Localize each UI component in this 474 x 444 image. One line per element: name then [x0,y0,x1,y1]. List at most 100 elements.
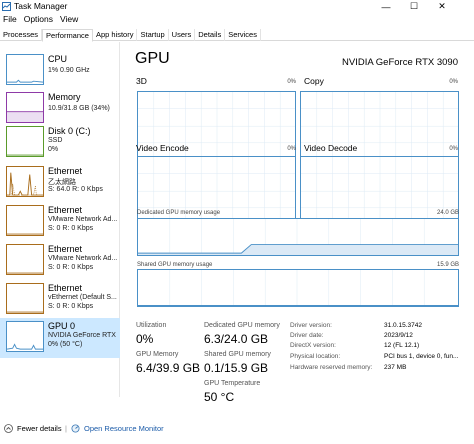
footer-bar: Fewer details | Open Resource Monitor [0,421,474,437]
engine-label-video-encode[interactable]: Video Encode [136,143,189,153]
maximize-button[interactable]: ☐ [400,0,428,13]
dedicated-memory-max: 24.0 GB [436,210,459,216]
shared-gpu-memory-label: Shared GPU memory [204,351,271,358]
ethernet-thumbnail-graph [6,283,44,314]
chevron-up-icon [4,424,13,433]
physical-location-label: Physical location: [290,353,341,360]
dedicated-gpu-memory-label: Dedicated GPU memory [204,322,280,329]
sidebar-item-title: Ethernet [48,244,83,254]
physical-location-value: PCI bus 1, device 0, fun... [384,353,459,360]
engine-pct-3d: 0% [287,79,296,85]
minimize-button[interactable]: — [372,0,400,13]
sidebar-item-detail: S: 0 R: 0 Kbps [48,303,94,310]
close-button[interactable]: ✕ [428,0,456,13]
engine-pct-video-encode: 0% [287,146,296,152]
engine-pct-copy: 0% [449,79,458,85]
resource-monitor-icon [71,424,80,433]
sidebar-item-title: Disk 0 (C:) [48,126,91,136]
fewer-details-label: Fewer details [17,424,62,433]
tab-performance[interactable]: Performance [42,29,93,42]
footer-separator: | [65,424,67,433]
dedicated-memory-label: Dedicated GPU memory usage [137,210,221,216]
sidebar-item-ethernet-4[interactable]: Ethernet vEthernet (Default S... S: 0 R:… [0,280,120,320]
tab-bar: Processes Performance App history Startu… [0,29,474,42]
gpu-detail-panel: GPU NVIDIA GeForce RTX 3090 3D 0% Copy 0… [122,42,474,404]
sidebar-item-detail: vEthernet (Default S... [48,294,117,301]
page-title: GPU [135,50,170,67]
shared-gpu-memory-value: 0.1/15.9 GB [204,361,269,375]
window-title: Task Manager [14,1,68,11]
hardware-reserved-memory-label: Hardware reserved memory: [290,364,373,371]
disk-thumbnail-graph [6,126,44,157]
title-bar: Task Manager — ☐ ✕ [0,0,474,13]
ethernet-thumbnail-graph [6,244,44,275]
ethernet-thumbnail-graph [6,166,44,197]
tab-services[interactable]: Services [225,29,261,41]
open-resource-monitor-link[interactable]: Open Resource Monitor [71,424,164,433]
sidebar-item-detail: SSD [48,137,63,144]
utilization-label: Utilization [136,322,167,329]
tab-processes[interactable]: Processes [0,29,43,41]
open-resource-monitor-label: Open Resource Monitor [84,424,164,433]
directx-version-label: DirectX version: [290,342,336,349]
gpu-thumbnail-graph [6,321,44,352]
sidebar-item-detail: VMware Network Ad... [48,216,118,223]
shared-memory-label: Shared GPU memory usage [137,262,213,268]
sidebar-item-detail: S: 0 R: 0 Kbps [48,225,94,232]
ethernet-thumbnail-graph [6,205,44,236]
gpu-model-name: NVIDIA GeForce RTX 3090 [342,57,458,68]
sidebar-item-title: CPU [48,54,68,64]
memory-thumbnail-graph [6,92,44,123]
menu-bar: File Options View [0,14,474,26]
cpu-thumbnail-graph [6,54,44,85]
gpu-temperature-value: 50 °C [204,390,235,404]
sidebar-item-title: Ethernet [48,166,83,176]
menu-view[interactable]: View [60,14,78,26]
fewer-details-button[interactable]: Fewer details [4,424,62,433]
tab-app-history[interactable]: App history [93,29,138,41]
tab-details[interactable]: Details [195,29,226,41]
gpu-memory-value: 6.4/39.9 GB [136,361,201,375]
driver-version-value: 31.0.15.3742 [384,322,422,329]
sidebar-item-title: Ethernet [48,205,83,215]
sidebar-item-ethernet-2[interactable]: Ethernet VMware Network Ad... S: 0 R: 0 … [0,202,120,242]
sidebar-item-detail: 10.9/31.8 GB (34%) [48,105,110,112]
task-manager-icon [2,2,11,11]
directx-version-value: 12 (FL 12.1) [384,342,420,349]
driver-date-value: 2023/9/12 [384,332,413,339]
sidebar-item-detail: 1% 0.90 GHz [48,67,90,74]
utilization-value: 0% [136,332,154,346]
sidebar-item-detail: S: 64.0 R: 0 Kbps [48,186,103,193]
driver-version-label: Driver version: [290,322,332,329]
engine-label-copy[interactable]: Copy [304,76,324,86]
sidebar-item-detail: 0% [48,146,59,153]
sidebar-item-ethernet-1[interactable]: Ethernet 乙太網路 S: 64.0 R: 0 Kbps [0,163,120,203]
sidebar-item-title: GPU 0 [48,321,76,331]
gpu-memory-label: GPU Memory [136,351,179,358]
menu-file[interactable]: File [3,14,17,26]
resource-sidebar: CPU 1% 0.90 GHz Memory 10.9/31.8 GB (34%… [0,42,120,397]
sidebar-item-cpu[interactable]: CPU 1% 0.90 GHz [0,51,120,91]
sidebar-item-title: Memory [48,92,81,102]
gpu-temperature-label: GPU Temperature [204,380,261,387]
dedicated-gpu-memory-value: 6.3/24.0 GB [204,332,269,346]
sidebar-item-gpu-0[interactable]: GPU 0 NVIDIA GeForce RTX 0% (50 °C) [0,318,120,358]
sidebar-item-title: Ethernet [48,283,83,293]
engine-label-video-decode[interactable]: Video Decode [304,143,357,153]
sidebar-item-detail: NVIDIA GeForce RTX [48,332,116,339]
hardware-reserved-memory-value: 237 MB [384,364,407,371]
sidebar-item-detail: S: 0 R: 0 Kbps [48,264,94,271]
tab-users[interactable]: Users [169,29,196,41]
sidebar-item-detail: VMware Network Ad... [48,255,118,262]
dedicated-memory-graph [137,218,459,256]
shared-memory-graph [137,269,459,307]
engine-label-3d[interactable]: 3D [136,76,147,86]
driver-date-label: Driver date: [290,332,324,339]
engine-pct-video-decode: 0% [449,146,458,152]
sidebar-item-ethernet-3[interactable]: Ethernet VMware Network Ad... S: 0 R: 0 … [0,241,120,281]
sidebar-item-detail: 0% (50 °C) [48,341,83,348]
tab-startup[interactable]: Startup [137,29,169,41]
shared-memory-max: 15.9 GB [436,262,459,268]
menu-options[interactable]: Options [24,14,53,26]
sidebar-item-disk[interactable]: Disk 0 (C:) SSD 0% [0,123,120,163]
